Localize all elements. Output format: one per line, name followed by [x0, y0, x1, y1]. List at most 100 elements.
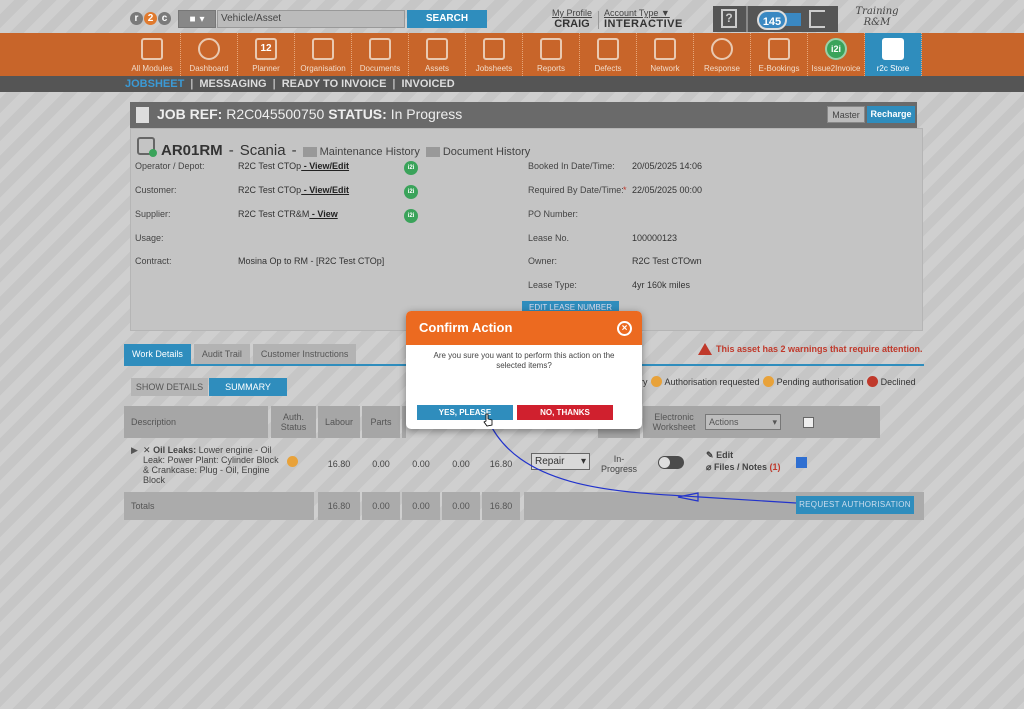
subnav-jobsheet[interactable]: JOBSHEET: [125, 76, 184, 92]
row-files-notes-link[interactable]: ⌀ Files / Notes (1): [706, 462, 780, 473]
row-total: 16.80: [489, 459, 513, 469]
operator-name: R2C Test CTOp: [238, 161, 302, 171]
col-auth-status: Auth. Status: [271, 406, 316, 438]
hand-cursor-icon: [483, 413, 493, 427]
my-profile[interactable]: My Profile CRAIG: [552, 8, 592, 30]
search-input[interactable]: Vehicle/Asset: [217, 10, 405, 28]
expand-arrow-icon[interactable]: ▶: [131, 445, 138, 456]
electronic-worksheet-label: Electronic Worksheet: [652, 412, 696, 432]
tab-audit-trail[interactable]: Audit Trail: [193, 344, 250, 364]
supplier-value: R2C Test CTR&M - View: [238, 209, 338, 219]
lease-no-label: Lease No.: [528, 233, 570, 243]
folder-icon: [425, 147, 440, 158]
operator-label: Operator / Depot:: [135, 161, 205, 171]
header-icon-group: ? 145: [713, 6, 838, 32]
actions-select[interactable]: Actions ▾: [705, 414, 781, 430]
summary-button[interactable]: SUMMARY: [209, 378, 287, 396]
booked-in-label: Booked In Date/Time:: [528, 161, 615, 171]
totals-col4: 0.00: [442, 492, 480, 520]
tab-customer-instructions[interactable]: Customer Instructions: [252, 344, 357, 364]
row-parts: 0.00: [372, 459, 390, 469]
module-nav: All Modules Dashboard 12 Planner Organisa…: [0, 33, 1024, 76]
module-network[interactable]: Network: [637, 33, 694, 76]
module-all-modules[interactable]: All Modules: [124, 33, 181, 76]
request-authorisation-button[interactable]: REQUEST AUTHORISATION: [796, 496, 914, 514]
top-bar: r 2 c ■ ▾ Vehicle/Asset SEARCH My Profile…: [0, 0, 1024, 33]
row-col4: 0.00: [452, 459, 470, 469]
module-dashboard[interactable]: Dashboard: [181, 33, 238, 76]
close-icon[interactable]: ×: [617, 321, 632, 336]
messages-badge[interactable]: 145: [757, 10, 787, 30]
help-icon[interactable]: ?: [721, 9, 737, 28]
training-logo: Training R&M: [855, 6, 899, 28]
row-checkbox[interactable]: [796, 457, 807, 468]
module-documents[interactable]: Documents: [352, 33, 409, 76]
report-icon: [540, 38, 562, 60]
search-button[interactable]: SEARCH: [407, 10, 487, 28]
module-organisation[interactable]: Organisation: [295, 33, 352, 76]
status-label: STATUS:: [328, 106, 387, 122]
divider: [746, 6, 748, 32]
legend-auth-requested: Authorisation requested: [664, 376, 760, 387]
confirm-action-dialog: Confirm Action × Are you sure you want t…: [406, 311, 642, 429]
lease-no-value: 100000123: [632, 233, 678, 243]
subnav-messaging[interactable]: MESSAGING: [199, 76, 266, 92]
my-profile-link[interactable]: My Profile: [552, 8, 592, 18]
row-edit-link[interactable]: ✎ Edit: [706, 450, 733, 461]
row-status: In-Progress: [600, 454, 637, 474]
no-thanks-button[interactable]: NO, THANKS: [517, 405, 613, 420]
document-history-link[interactable]: Document History: [425, 146, 531, 158]
module-assets[interactable]: Assets: [409, 33, 466, 76]
yes-please-button[interactable]: YES, PLEASE: [417, 405, 513, 420]
module-reports[interactable]: Reports: [523, 33, 580, 76]
contract-value: Mosina Op to RM - [R2C Test CTOp]: [238, 256, 385, 266]
module-jobsheets[interactable]: Jobsheets: [466, 33, 523, 76]
warning-text: This asset has 2 warnings that require a…: [716, 344, 923, 354]
document-history-label: Document History: [442, 146, 531, 158]
laptop-icon: [768, 38, 790, 60]
maintenance-history-link[interactable]: Maintenance History: [302, 146, 420, 158]
subnav-invoiced[interactable]: INVOICED: [402, 76, 455, 92]
lifebuoy-icon: [711, 38, 733, 60]
vehicle-heading: AR01RM - Scania - Maintenance History Do…: [137, 137, 530, 159]
module-label: Response: [703, 64, 741, 73]
col-electronic-worksheet: Electronic Worksheet Actions ▾: [643, 406, 880, 438]
operator-view-edit-link[interactable]: - View/Edit: [301, 161, 349, 171]
module-planner[interactable]: 12 Planner: [238, 33, 295, 76]
folder-icon: [369, 38, 391, 60]
logout-icon[interactable]: [809, 10, 825, 28]
account-type-link[interactable]: Account Type: [604, 8, 658, 18]
select-all-checkbox[interactable]: [803, 416, 814, 428]
tab-work-details[interactable]: Work Details: [124, 344, 191, 364]
i2i-icon[interactable]: i2i: [404, 209, 418, 223]
i2i-icon[interactable]: i2i: [404, 161, 418, 175]
account-type[interactable]: Account Type ▼ INTERACTIVE: [604, 8, 683, 30]
module-r2c-store[interactable]: r2c Store: [865, 33, 922, 76]
dialog-message: Are you sure you want to perform this ac…: [433, 351, 615, 370]
module-defects[interactable]: Defects: [580, 33, 637, 76]
master-button[interactable]: Master: [827, 106, 865, 123]
work-type-value: Repair: [535, 456, 565, 467]
module-label: All Modules: [131, 64, 173, 73]
subnav-ready-to-invoice[interactable]: READY TO INVOICE: [282, 76, 387, 92]
asset-type-select[interactable]: ■ ▾: [178, 10, 216, 28]
totals-total: 16.80: [482, 492, 520, 520]
module-issue2invoice[interactable]: i2i Issue2Invoice: [808, 33, 865, 76]
i2i-icon[interactable]: i2i: [404, 185, 418, 199]
recharge-button[interactable]: Recharge: [867, 106, 915, 123]
wrench-icon: [137, 137, 157, 157]
module-e-bookings[interactable]: E-Bookings: [751, 33, 808, 76]
required-marker: *: [623, 185, 627, 195]
grid-icon: [141, 38, 163, 60]
work-type-select[interactable]: Repair ▾: [531, 453, 590, 470]
asset-warning[interactable]: This asset has 2 warnings that require a…: [698, 343, 923, 355]
row-toggle-switch[interactable]: [658, 456, 684, 469]
module-label: Assets: [424, 64, 449, 73]
supplier-view-link[interactable]: - View: [309, 209, 338, 219]
dialog-header: Confirm Action ×: [406, 311, 642, 345]
sub-nav: JOBSHEET | MESSAGING | READY TO INVOICE …: [0, 76, 1024, 92]
show-details-button[interactable]: SHOW DETAILS: [131, 378, 208, 396]
customer-view-edit-link[interactable]: - View/Edit: [301, 185, 349, 195]
module-response[interactable]: Response: [694, 33, 751, 76]
r2c-logo[interactable]: r 2 c: [130, 9, 173, 28]
